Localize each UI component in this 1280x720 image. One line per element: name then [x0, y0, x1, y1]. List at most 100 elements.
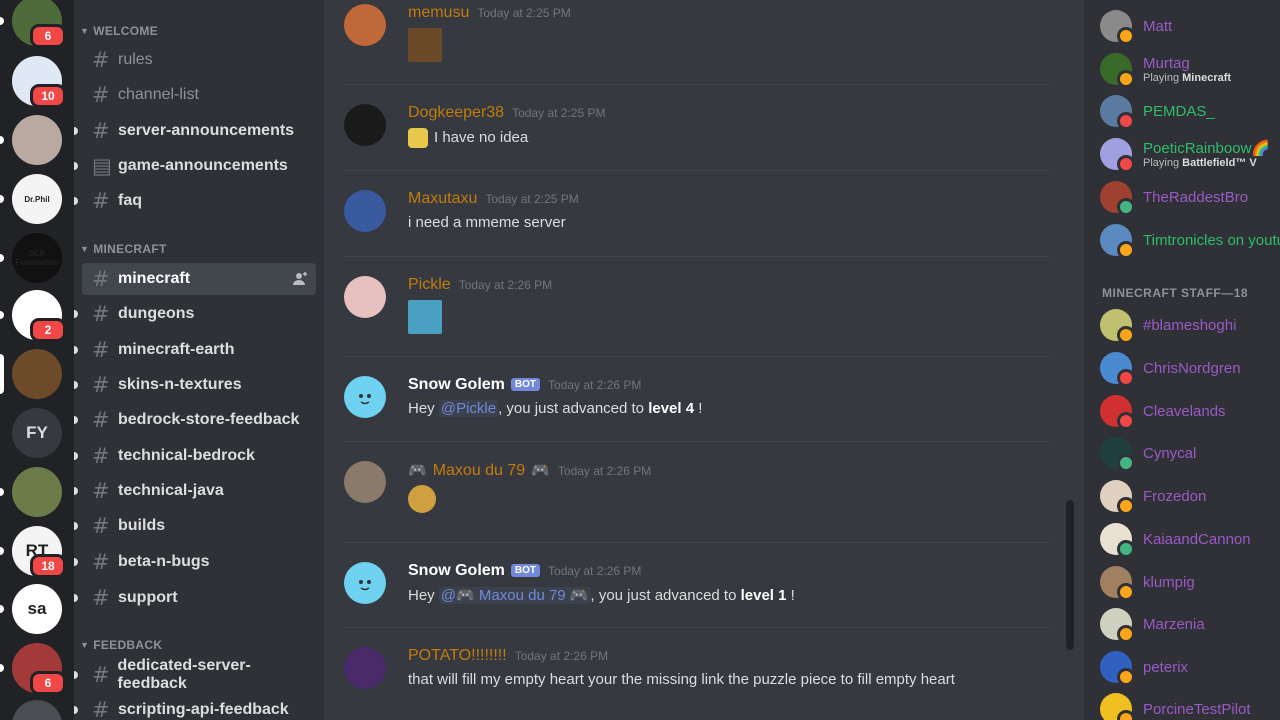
user-avatar[interactable] [344, 104, 386, 146]
member-name: TheRaddestBro [1143, 188, 1249, 206]
member-item[interactable]: Timtronicles on youtube [1100, 219, 1280, 261]
member-item[interactable]: peterix [1100, 646, 1280, 688]
server-icon[interactable]: SCP Foundation [0, 233, 62, 283]
member-item[interactable]: Marzenia [1100, 603, 1280, 645]
user-avatar[interactable] [344, 647, 386, 689]
hash-icon: # [92, 663, 110, 687]
unread-indicator [74, 162, 78, 170]
message[interactable]: Snow Golem BOT Today at 2:26 PM Hey @🎮 Maxo… [344, 562, 1050, 622]
message-divider [344, 441, 1050, 442]
channel-channel-list[interactable]: # channel-list [82, 79, 316, 111]
message-content: I have no idea [408, 128, 528, 148]
member-group-header: MINECRAFT STAFF—18 [1102, 286, 1249, 300]
message-divider [344, 170, 1050, 171]
user-mention[interactable]: @🎮 Maxou du 79 🎮 [438, 587, 591, 604]
member-item[interactable]: ChrisNordgren [1100, 347, 1280, 389]
server-icon[interactable]: 6 [0, 0, 66, 48]
message[interactable]: Dogkeeper38 Today at 2:25 PM I have no ide… [344, 104, 1050, 164]
message-author[interactable]: Snow Golem [408, 376, 505, 394]
channel-builds[interactable]: # builds [74, 510, 316, 542]
message[interactable]: Pickle Today at 2:26 PM [344, 276, 1050, 336]
mention-badge: 18 [30, 554, 66, 578]
user-avatar[interactable] [344, 376, 386, 418]
channel-name: dedicated-server-feedback [117, 657, 251, 692]
user-mention[interactable]: @Pickle [438, 400, 499, 417]
message[interactable]: POTATO!!!!!!!! Today at 2:26 PM that will … [344, 647, 1050, 707]
message[interactable]: memusu Today at 2:25 PM [344, 4, 1050, 64]
avatar [1100, 224, 1135, 259]
message-divider [344, 84, 1050, 85]
user-avatar[interactable] [344, 461, 386, 503]
channel-minecraft-earth[interactable]: # minecraft-earth [74, 334, 316, 366]
message-author[interactable]: Maxutaxu [408, 190, 477, 208]
channel-dungeons[interactable]: # dungeons [74, 298, 316, 330]
category-feedback[interactable]: ▼ FEEDBACK [80, 638, 162, 652]
server-icon[interactable] [0, 467, 62, 517]
channel-technical-bedrock[interactable]: # technical-bedrock [74, 440, 316, 472]
message-content: that will fill my empty heart your the m… [408, 671, 955, 688]
message[interactable]: 🎮 Maxou du 79 🎮 Today at 2:26 PM [344, 461, 1050, 521]
member-item[interactable]: Cleavelands [1100, 390, 1280, 432]
member-item[interactable]: #blameshoghi [1100, 304, 1280, 346]
member-item[interactable]: klumpig [1100, 561, 1280, 603]
server-icon[interactable]: 6 [0, 643, 66, 695]
server-icon[interactable] [12, 700, 62, 720]
member-list[interactable]: MINECRAFT STAFF—18 Matt Murtag Playing Min… [1084, 0, 1280, 720]
channel-game-announcements[interactable]: ▤ game-announcements [74, 150, 316, 182]
channel-skins-n-textures[interactable]: # skins-n-textures [74, 369, 316, 401]
member-name: Frozedon [1143, 487, 1207, 505]
server-icon[interactable]: RT 18 [0, 526, 66, 578]
member-item[interactable]: PEMDAS_ [1100, 90, 1280, 132]
scrollbar[interactable] [1066, 500, 1074, 650]
channel-minecraft[interactable]: # minecraft [82, 263, 316, 295]
message-author[interactable]: Pickle [408, 276, 451, 294]
message[interactable]: Maxutaxu Today at 2:25 PM i need a mmeme s… [344, 190, 1050, 250]
message-timestamp: Today at 2:26 PM [548, 564, 642, 578]
member-item[interactable]: Frozedon [1100, 475, 1280, 517]
channel-support[interactable]: # support [74, 582, 316, 614]
unread-indicator [74, 594, 78, 602]
category-welcome[interactable]: ▼ WELCOME [80, 24, 158, 38]
server-icon[interactable]: 2 [0, 290, 66, 342]
hash-icon: # [92, 302, 110, 326]
add-user-icon[interactable] [292, 271, 308, 287]
message-author[interactable]: Maxou du 79 [433, 462, 526, 480]
server-icon[interactable]: 10 [12, 56, 66, 108]
message-author[interactable]: Dogkeeper38 [408, 104, 504, 122]
bot-tag: BOT [510, 564, 541, 577]
channel-faq[interactable]: # faq [74, 185, 316, 217]
message-author[interactable]: memusu [408, 4, 469, 22]
channel-technical-java[interactable]: # technical-java [74, 475, 316, 507]
message-list[interactable]: memusu Today at 2:25 PM Dogkeeper38 Today a… [324, 0, 1084, 720]
member-item[interactable]: PorcineTestPilot [1100, 688, 1280, 720]
unread-pip [0, 195, 4, 203]
user-avatar[interactable] [344, 276, 386, 318]
user-avatar[interactable] [344, 190, 386, 232]
channel-rules[interactable]: # rules [82, 44, 316, 76]
server-avatar [12, 467, 62, 517]
channel-server-announcements[interactable]: # server-announcements [74, 115, 316, 147]
member-item[interactable]: PoeticRainboow🌈 Playing Battlefield™ V [1100, 133, 1280, 175]
server-icon[interactable]: Dr.Phil [0, 174, 62, 224]
server-icon[interactable] [0, 349, 62, 399]
server-icon[interactable] [0, 115, 62, 165]
message-timestamp: Today at 2:26 PM [557, 464, 652, 478]
message[interactable]: Snow Golem BOT Today at 2:26 PM Hey @Pickle… [344, 376, 1050, 436]
category-minecraft[interactable]: ▼ MINECRAFT [80, 242, 167, 256]
user-avatar[interactable] [344, 562, 386, 604]
channel-scripting-api-feedback[interactable]: # scripting-api-feedback [74, 694, 316, 720]
message-author[interactable]: POTATO!!!!!!!! [408, 647, 507, 665]
channel-bedrock-store-feedback[interactable]: # bedrock-store-feedback [74, 404, 316, 436]
message-author[interactable]: Snow Golem [408, 562, 505, 580]
member-item[interactable]: TheRaddestBro [1100, 176, 1280, 218]
channel-beta-n-bugs[interactable]: # beta-n-bugs [74, 546, 316, 578]
discord-window: 6 10 Dr.Phil SCP Foundation 2 FY RT 18 sa 6 ▼ WELC… [0, 0, 1280, 720]
server-icon[interactable]: sa [0, 584, 62, 634]
member-item[interactable]: Matt [1100, 5, 1280, 47]
member-item[interactable]: KaiaandCannon [1100, 518, 1280, 560]
member-item[interactable]: Cynycal [1100, 432, 1280, 474]
user-avatar[interactable] [344, 4, 386, 46]
member-item[interactable]: Murtag Playing Minecraft [1100, 48, 1280, 90]
channel-dedicated-server-feedback[interactable]: # dedicated-server-feedback [74, 657, 316, 692]
server-icon[interactable]: FY [12, 408, 62, 458]
